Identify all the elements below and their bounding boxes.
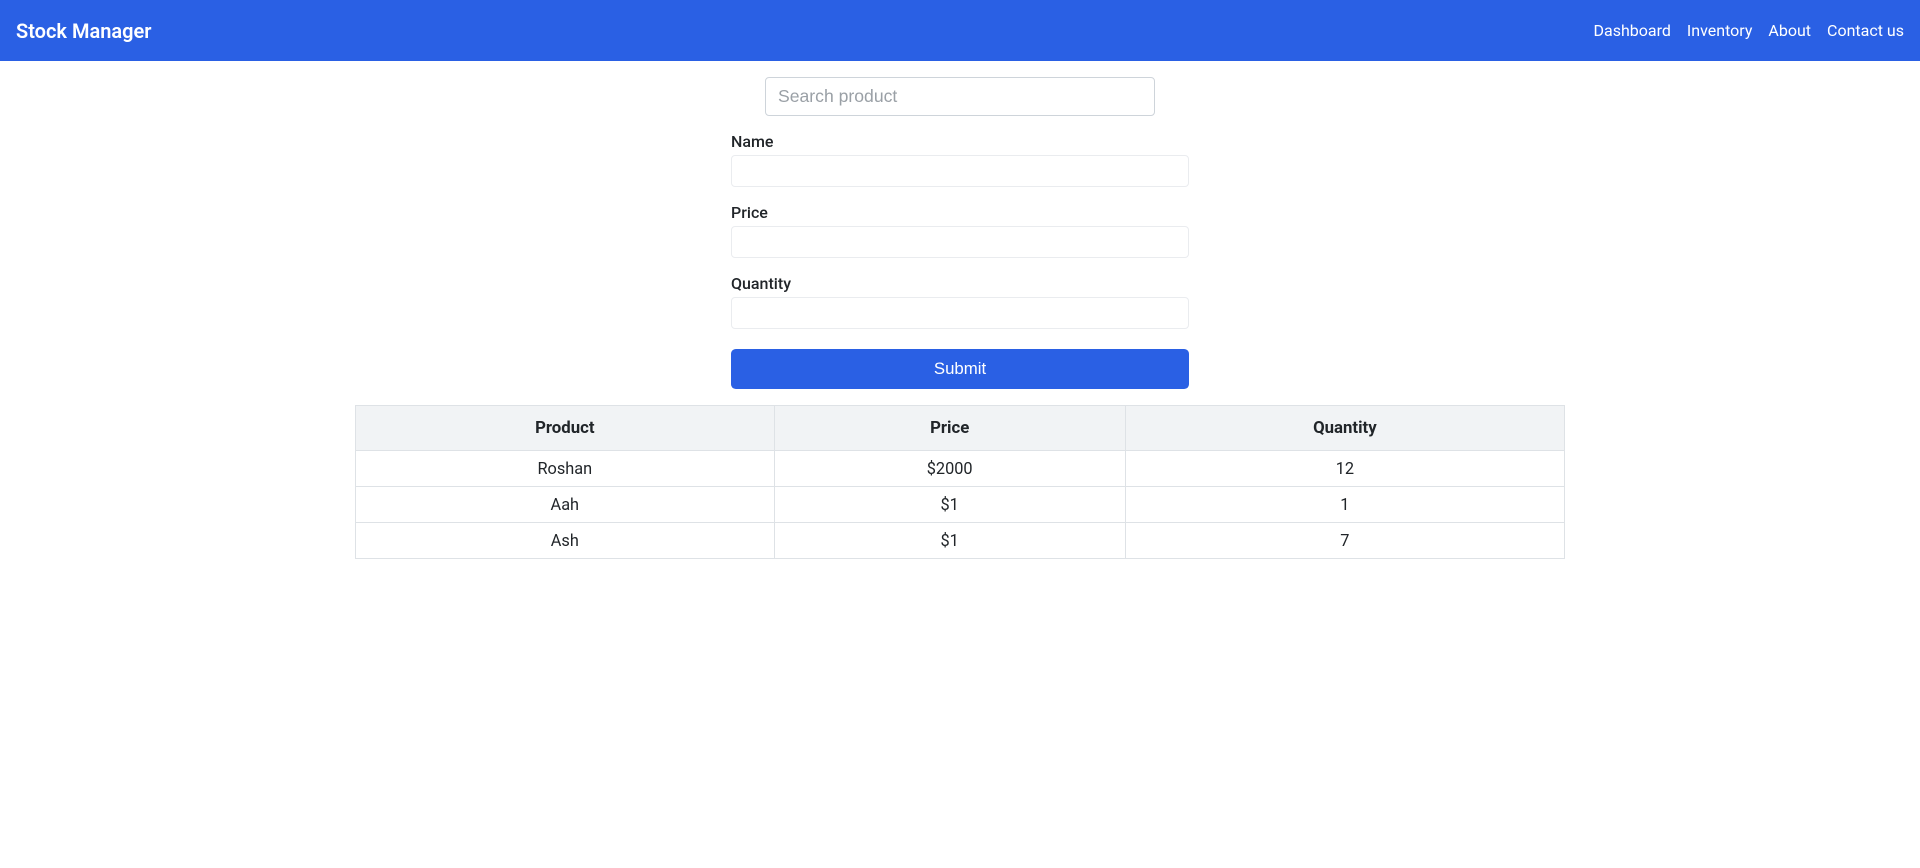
cell-price: $1 — [774, 523, 1125, 559]
quantity-label: Quantity — [731, 274, 1189, 293]
table-row: Roshan $2000 12 — [356, 451, 1565, 487]
cell-price: $1 — [774, 487, 1125, 523]
cell-product: Ash — [356, 523, 775, 559]
form-group-price: Price — [731, 203, 1189, 258]
table-header-row: Product Price Quantity — [356, 406, 1565, 451]
table-row: Aah $1 1 — [356, 487, 1565, 523]
form-group-name: Name — [731, 132, 1189, 187]
cell-product: Roshan — [356, 451, 775, 487]
cell-quantity: 12 — [1125, 451, 1564, 487]
form-group-quantity: Quantity — [731, 274, 1189, 329]
nav-inventory[interactable]: Inventory — [1687, 13, 1753, 48]
products-table: Product Price Quantity Roshan $2000 12 A… — [355, 405, 1565, 559]
cell-quantity: 7 — [1125, 523, 1564, 559]
nav-contact[interactable]: Contact us — [1827, 13, 1904, 48]
price-label: Price — [731, 203, 1189, 222]
search-wrapper — [355, 77, 1565, 116]
cell-price: $2000 — [774, 451, 1125, 487]
name-label: Name — [731, 132, 1189, 151]
header-price: Price — [774, 406, 1125, 451]
product-form: Name Price Quantity Submit — [731, 132, 1189, 389]
nav-links: Dashboard Inventory About Contact us — [1594, 21, 1904, 40]
quantity-input[interactable] — [731, 297, 1189, 329]
name-input[interactable] — [731, 155, 1189, 187]
price-input[interactable] — [731, 226, 1189, 258]
navbar: Stock Manager Dashboard Inventory About … — [0, 0, 1920, 61]
nav-dashboard[interactable]: Dashboard — [1594, 13, 1671, 48]
header-quantity: Quantity — [1125, 406, 1564, 451]
brand-link[interactable]: Stock Manager — [16, 14, 151, 48]
cell-product: Aah — [356, 487, 775, 523]
submit-button[interactable]: Submit — [731, 349, 1189, 389]
header-product: Product — [356, 406, 775, 451]
cell-quantity: 1 — [1125, 487, 1564, 523]
nav-about[interactable]: About — [1768, 13, 1811, 48]
main-container: Name Price Quantity Submit Product Price… — [340, 77, 1580, 559]
search-input[interactable] — [765, 77, 1155, 116]
table-row: Ash $1 7 — [356, 523, 1565, 559]
